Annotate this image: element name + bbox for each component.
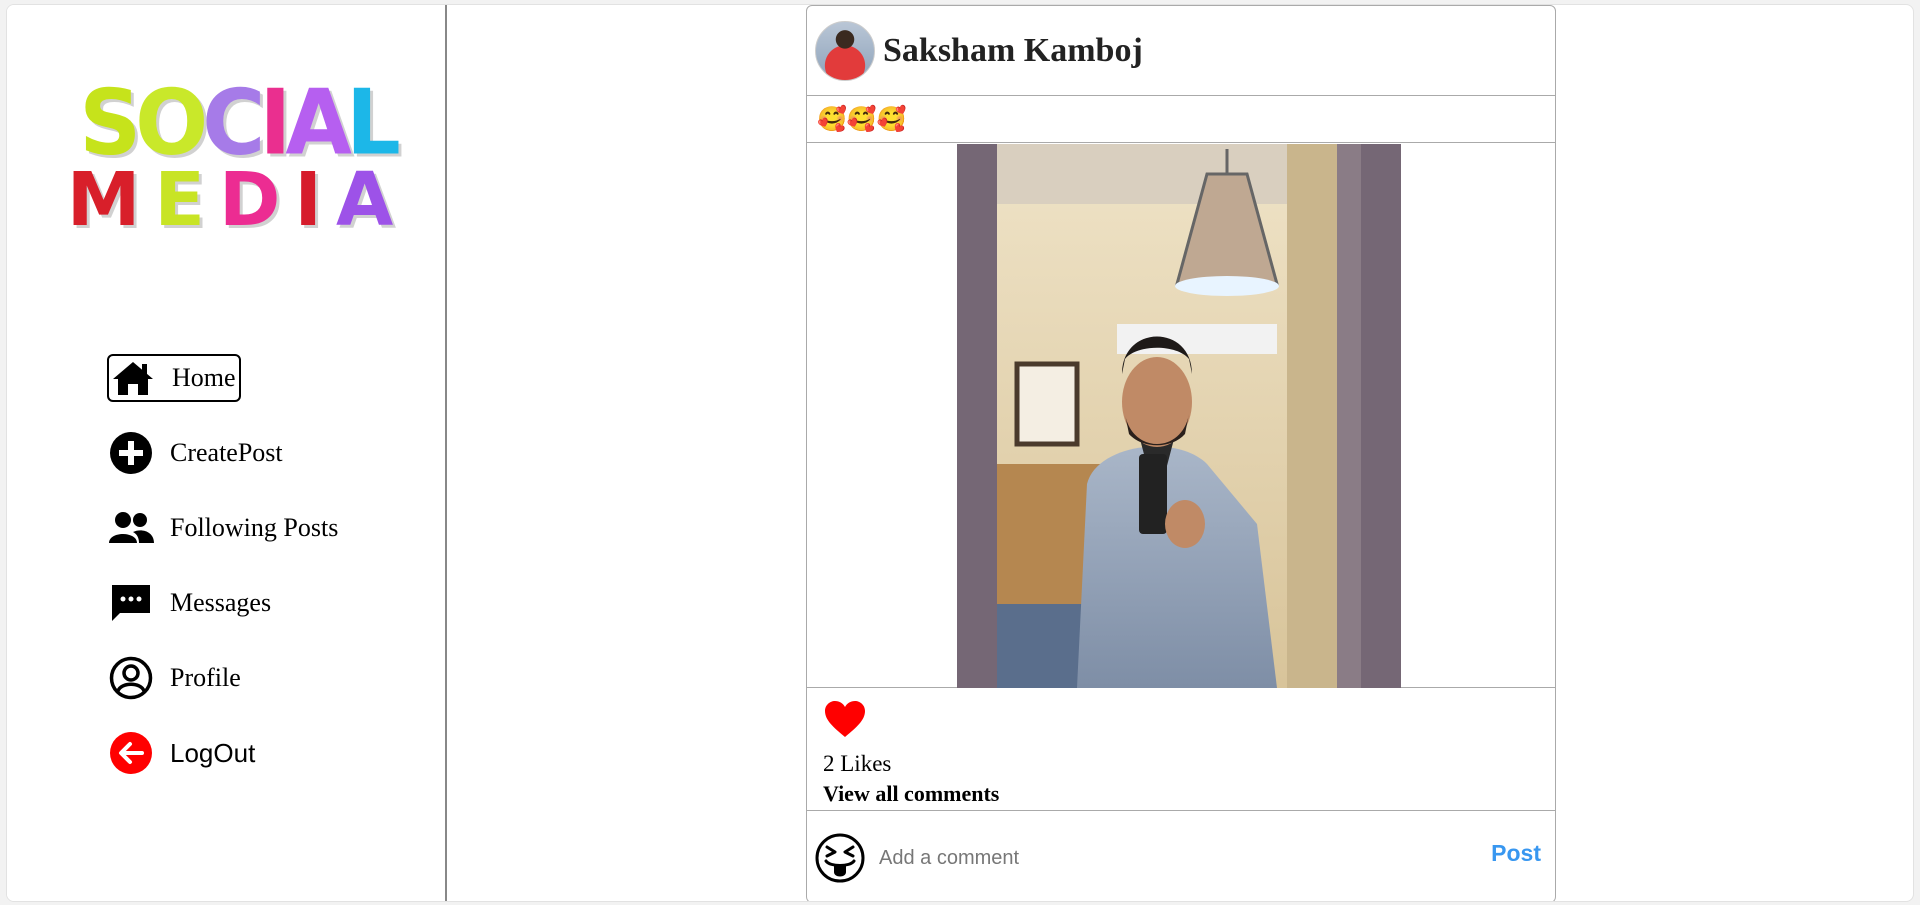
- post-card: Saksham Kamboj 🥰🥰🥰 2 Likes View all comm…: [806, 5, 1556, 901]
- comment-input[interactable]: [879, 838, 1439, 878]
- user-circle-icon: [107, 655, 155, 701]
- nav-label-following-posts: Following Posts: [170, 513, 339, 542]
- post-comment-button[interactable]: Post: [1491, 840, 1541, 867]
- nav-item-profile[interactable]: Profile: [107, 654, 241, 702]
- home-icon: [109, 355, 157, 401]
- app-window: SOCIAL MEDIA Home CreatePost Following P…: [6, 4, 1914, 902]
- nav-label-profile: Profile: [170, 663, 241, 692]
- heart-icon[interactable]: [823, 699, 867, 739]
- nav-item-createpost[interactable]: CreatePost: [107, 429, 283, 477]
- post-actions: 2 Likes View all comments: [807, 689, 1555, 811]
- post-photo: [957, 144, 1401, 688]
- post-image-area: [807, 144, 1555, 688]
- social-media-logo: SOCIAL MEDIA: [57, 65, 417, 245]
- post-caption: 🥰🥰🥰: [807, 97, 1555, 143]
- nav-item-following-posts[interactable]: Following Posts: [107, 504, 338, 552]
- nav-item-logout[interactable]: LogOut: [107, 729, 255, 777]
- nav-label-messages: Messages: [170, 588, 272, 617]
- nav-label-createpost: CreatePost: [170, 438, 283, 467]
- squinting-tongue-emoji-icon: [815, 833, 865, 883]
- post-header: Saksham Kamboj: [807, 6, 1555, 96]
- comment-bar: Post: [807, 812, 1555, 901]
- nav-item-home[interactable]: Home: [107, 354, 241, 402]
- nav-label-home: Home: [172, 363, 236, 392]
- author-avatar[interactable]: [815, 20, 875, 81]
- likes-count: 2 Likes: [823, 751, 892, 776]
- arrow-left-circle-icon: [107, 730, 155, 776]
- nav-item-messages[interactable]: Messages: [107, 579, 271, 627]
- post-author-name[interactable]: Saksham Kamboj: [883, 32, 1143, 70]
- users-icon: [107, 505, 155, 551]
- view-all-comments-link[interactable]: View all comments: [823, 781, 999, 807]
- logo-word-media: MEDIA: [66, 157, 408, 243]
- message-icon: [107, 580, 155, 626]
- plus-circle-icon: [107, 430, 155, 476]
- sidebar: SOCIAL MEDIA Home CreatePost Following P…: [7, 5, 447, 901]
- nav-label-logout: LogOut: [170, 737, 256, 768]
